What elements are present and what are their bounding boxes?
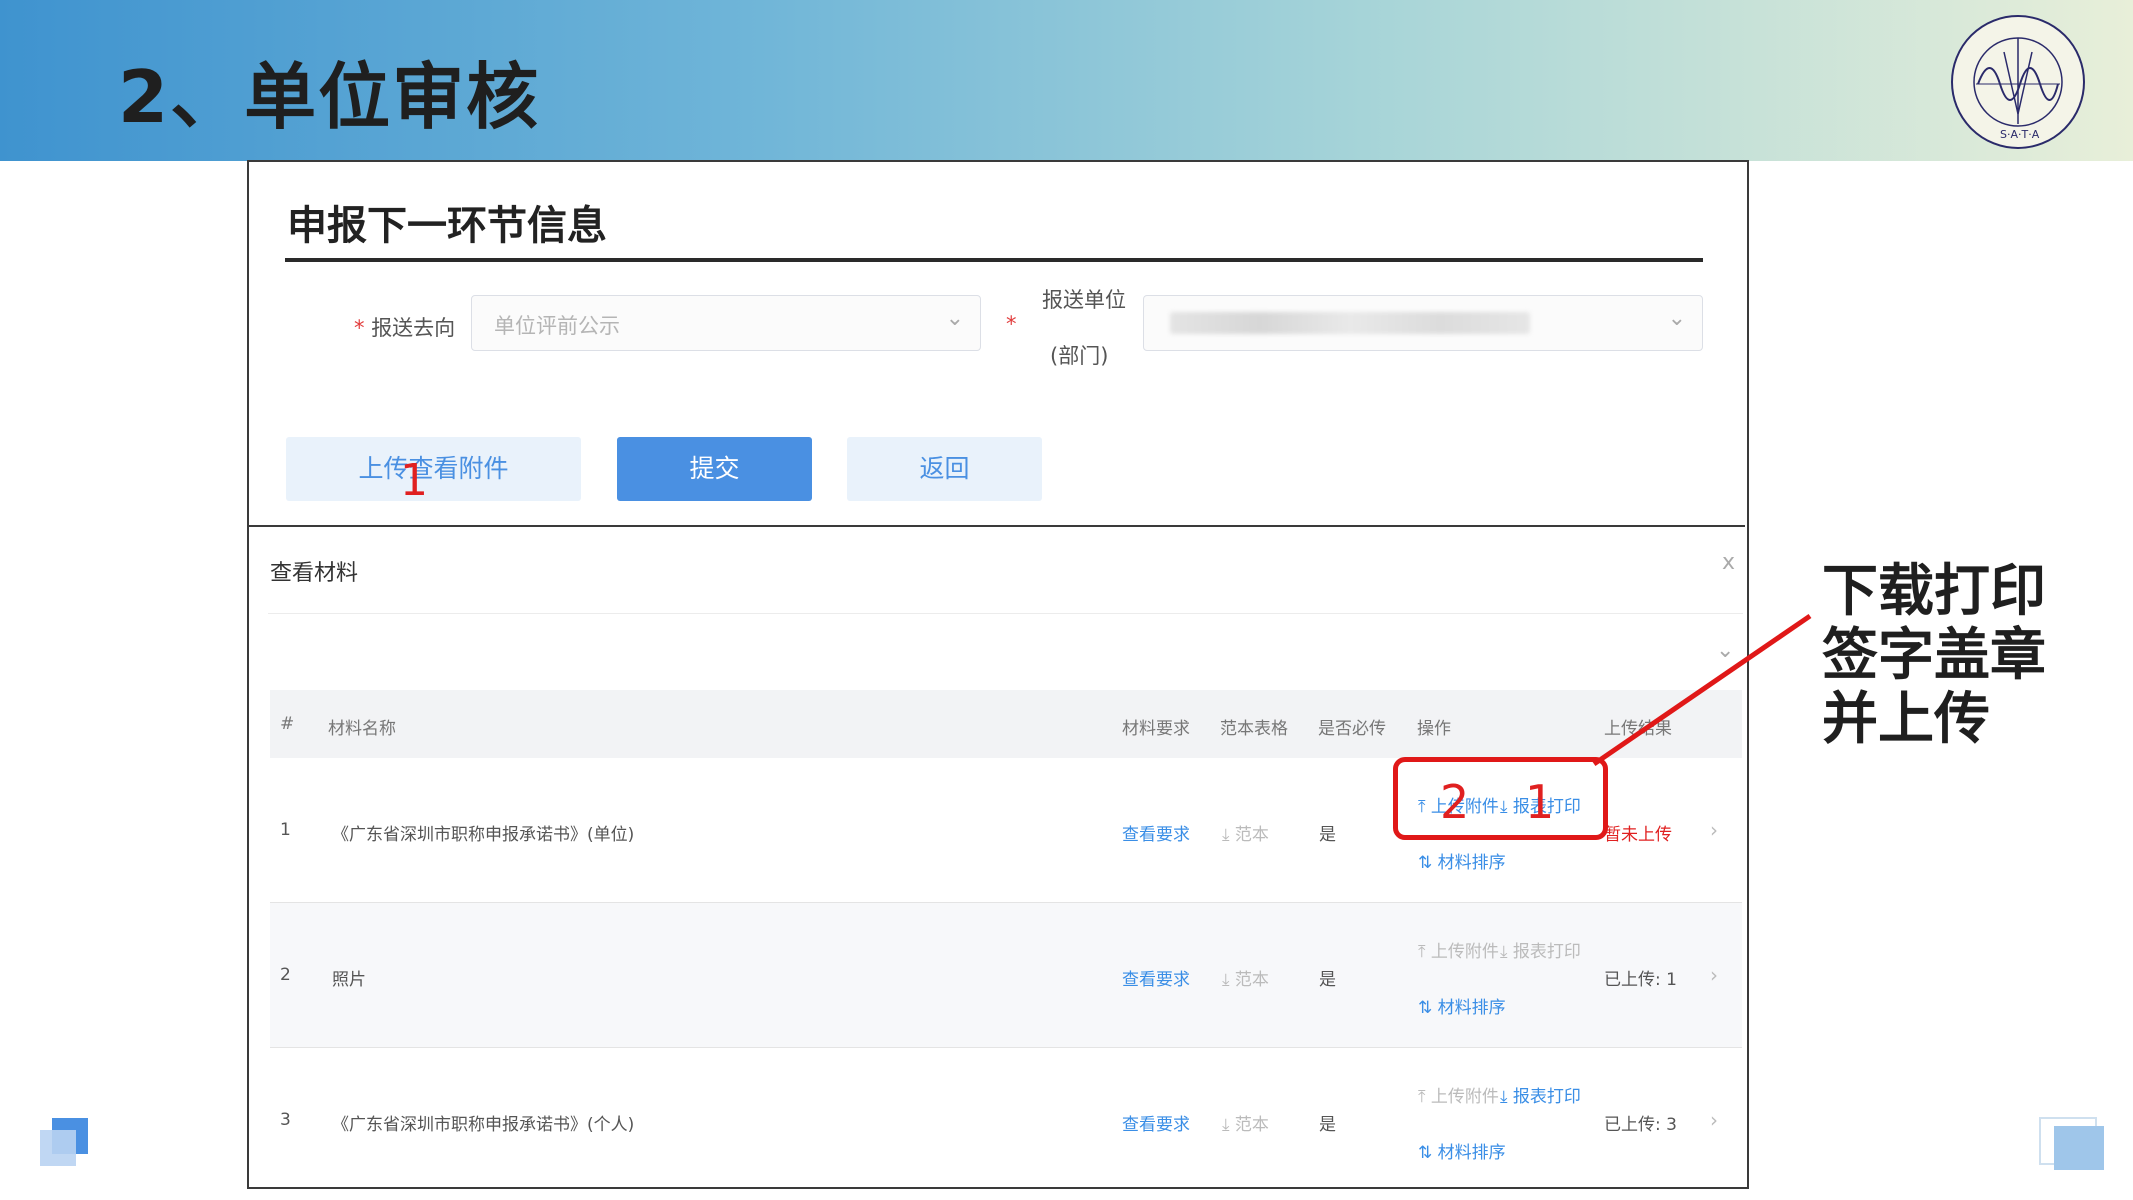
redacted-unit-value bbox=[1170, 312, 1530, 334]
material-sort-link[interactable]: ⇅ 材料排序 bbox=[1418, 1138, 1506, 1163]
step-marker-1: 1 bbox=[400, 455, 428, 506]
material-name: 《广东省深圳市职称申报承诺书》(个人) bbox=[332, 1115, 635, 1135]
upload-attachment-link[interactable]: ⤒ 上传附件 bbox=[1418, 937, 1499, 962]
form-title: 申报下一环节信息 bbox=[287, 203, 607, 249]
back-button[interactable]: 返回 bbox=[847, 437, 1042, 501]
unit-label-sub: (部门) bbox=[1050, 344, 1109, 368]
direction-value: 单位评前公示 bbox=[494, 314, 620, 338]
required-value: 是 bbox=[1319, 1115, 1336, 1135]
col-template: 范本表格 bbox=[1220, 719, 1288, 739]
upload-attachment-link[interactable]: ⤒ 上传附件 bbox=[1418, 1082, 1499, 1107]
chevron-down-icon: ⌄ bbox=[945, 306, 964, 331]
direction-label: * 报送去向 bbox=[354, 316, 456, 340]
col-requirement: 材料要求 bbox=[1122, 719, 1190, 739]
material-name: 照片 bbox=[332, 970, 366, 990]
template-download-link[interactable]: ⤓ 范本 bbox=[1222, 1110, 1269, 1135]
decorative-squares bbox=[40, 1118, 88, 1166]
upload-view-attachments-button[interactable]: 上传查看附件 bbox=[286, 437, 581, 501]
direction-select[interactable]: 单位评前公示 ⌄ bbox=[471, 295, 981, 351]
col-index: # bbox=[280, 714, 295, 734]
association-logo: S·A·T·A bbox=[1951, 15, 2085, 149]
template-download-link[interactable]: ⤓ 范本 bbox=[1222, 820, 1269, 845]
upload-status: 已上传: 3 bbox=[1604, 1115, 1677, 1135]
view-requirement-link[interactable]: 查看要求 bbox=[1122, 965, 1190, 990]
table-row: 3 《广东省深圳市职称申报承诺书》(个人) 查看要求 ⤓ 范本 是 ⤒ 上传附件… bbox=[270, 1048, 1742, 1192]
slide-title: 2、单位审核 bbox=[118, 55, 541, 139]
col-actions: 操作 bbox=[1417, 719, 1451, 739]
material-sort-link[interactable]: ⇅ 材料排序 bbox=[1418, 993, 1506, 1018]
required-value: 是 bbox=[1319, 970, 1336, 990]
required-value: 是 bbox=[1319, 825, 1336, 845]
unit-select[interactable]: ⌄ bbox=[1143, 295, 1703, 351]
callout-line-3: 并上传 bbox=[1822, 687, 1990, 752]
chevron-right-icon[interactable]: › bbox=[1710, 1108, 1718, 1132]
actions-highlight-box bbox=[1393, 757, 1608, 840]
report-print-link[interactable]: ⤓ 报表打印 bbox=[1500, 937, 1581, 962]
unit-required-mark: * bbox=[1006, 312, 1017, 336]
callout-line-2: 签字盖章 bbox=[1822, 623, 2046, 688]
upload-status: 暂未上传 bbox=[1604, 825, 1672, 845]
upload-status: 已上传: 1 bbox=[1604, 970, 1677, 990]
col-required: 是否必传 bbox=[1318, 719, 1386, 739]
callout-pointer-line bbox=[1592, 613, 1812, 767]
table-row: 2 照片 查看要求 ⤓ 范本 是 ⤒ 上传附件 ⤓ 报表打印 ⇅ 材料排序 已上… bbox=[270, 903, 1742, 1048]
step-marker-2: 2 bbox=[1440, 775, 1470, 829]
step-marker-1b: 1 bbox=[1525, 775, 1555, 829]
submit-button[interactable]: 提交 bbox=[617, 437, 812, 501]
unit-label: 报送单位 bbox=[1042, 288, 1126, 312]
callout-text: 下载打印 签字盖章 并上传 bbox=[1822, 560, 2046, 752]
panel-divider bbox=[268, 613, 1743, 614]
decorative-squares bbox=[2039, 1117, 2104, 1170]
chevron-right-icon[interactable]: › bbox=[1710, 963, 1718, 987]
view-requirement-link[interactable]: 查看要求 bbox=[1122, 1110, 1190, 1135]
panel-title: 查看材料 bbox=[270, 561, 359, 586]
col-name: 材料名称 bbox=[328, 719, 396, 739]
logo-abbr: S·A·T·A bbox=[2000, 128, 2040, 141]
template-download-link[interactable]: ⤓ 范本 bbox=[1222, 965, 1269, 990]
chevron-down-icon: ⌄ bbox=[1667, 306, 1686, 331]
title-divider bbox=[285, 258, 1703, 262]
close-icon[interactable]: x bbox=[1722, 550, 1735, 575]
view-requirement-link[interactable]: 查看要求 bbox=[1122, 820, 1190, 845]
report-print-link[interactable]: ⤓ 报表打印 bbox=[1500, 1082, 1581, 1107]
callout-line-1: 下载打印 bbox=[1822, 559, 2046, 624]
table-header: # 材料名称 材料要求 范本表格 是否必传 操作 上传结果 bbox=[270, 690, 1742, 758]
material-name: 《广东省深圳市职称申报承诺书》(单位) bbox=[332, 825, 635, 845]
material-sort-link[interactable]: ⇅ 材料排序 bbox=[1418, 848, 1506, 873]
chevron-right-icon[interactable]: › bbox=[1710, 818, 1718, 842]
